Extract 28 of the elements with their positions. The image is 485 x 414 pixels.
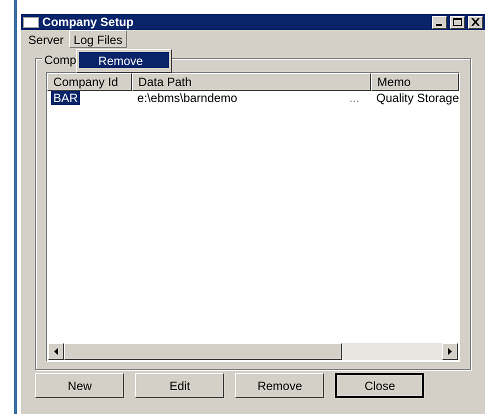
dialog-button[interactable]: Edit: [135, 373, 224, 398]
table-cell-text: Quality Storage: [375, 91, 460, 106]
dialog-button[interactable]: New: [35, 373, 124, 398]
window-icon: [23, 16, 40, 28]
horizontal-scrollbar[interactable]: [48, 343, 458, 360]
window-title: Company Setup: [42, 14, 135, 31]
menu-option[interactable]: Remove: [79, 52, 170, 68]
minimize-button[interactable]: [432, 16, 448, 28]
table-cell: BAR: [51, 91, 80, 105]
table-cell: e:\ebms\barndemo: [137, 91, 238, 106]
left-arrow-icon: [54, 348, 58, 355]
dialog-button[interactable]: Remove: [235, 373, 324, 398]
column-header[interactable]: Company Id: [47, 73, 132, 91]
close-button[interactable]: [468, 16, 484, 28]
column-header[interactable]: Memo: [371, 73, 460, 91]
close-icon: [471, 18, 480, 26]
scroll-left-button[interactable]: [48, 343, 64, 360]
maximize-button[interactable]: [450, 16, 466, 28]
column-header[interactable]: Data Path: [132, 73, 372, 91]
ellipsis-button[interactable]: ...: [349, 91, 360, 106]
right-arrow-icon: [448, 348, 452, 355]
menu-item[interactable]: Log Files: [68, 30, 128, 48]
table-row[interactable]: BAR e:\ebms\barndemo ... Quality Storage: [47, 91, 460, 106]
scroll-right-button[interactable]: [442, 343, 458, 360]
dialog-button[interactable]: Close: [335, 373, 424, 398]
scroll-thumb[interactable]: [64, 343, 342, 360]
menu-item[interactable]: Server: [23, 30, 69, 48]
maximize-icon: [453, 18, 462, 26]
